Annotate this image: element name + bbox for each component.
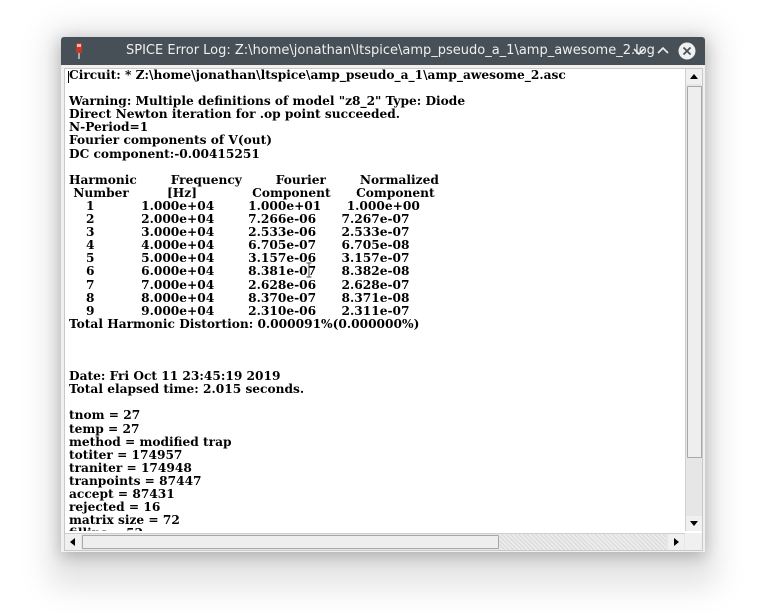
log-viewer: Circuit: * Z:\home\jonathan\ltspice\amp_… [64, 68, 703, 551]
window-title: SPICE Error Log: Z:\home\jonathan\ltspic… [126, 43, 655, 58]
window-menu-button[interactable] [630, 42, 648, 60]
spice-error-log-window: SPICE Error Log: Z:\home\jonathan\ltspic… [61, 37, 705, 552]
horizontal-scroll-track[interactable] [500, 534, 666, 550]
scroll-up-button[interactable] [686, 69, 702, 84]
triangle-down-icon [690, 521, 698, 526]
vertical-scrollbar[interactable] [685, 69, 702, 531]
vertical-scroll-thumb[interactable] [687, 86, 702, 458]
ltspice-app-icon [71, 42, 87, 60]
title-bar[interactable]: SPICE Error Log: Z:\home\jonathan\ltspic… [61, 37, 705, 65]
log-text: Circuit: * Z:\home\jonathan\ltspice\amp_… [69, 69, 566, 531]
close-icon [678, 42, 696, 60]
scroll-right-button[interactable] [668, 534, 684, 550]
scroll-down-button[interactable] [686, 516, 702, 531]
horizontal-scrollbar[interactable] [65, 533, 685, 550]
triangle-up-icon [690, 74, 698, 79]
close-button[interactable] [678, 42, 696, 60]
triangle-left-icon [70, 538, 75, 546]
ibeam-cursor-icon [306, 262, 312, 278]
text-caret [68, 71, 69, 83]
triangle-right-icon [674, 538, 679, 546]
chevron-down-icon [633, 48, 645, 56]
horizontal-scroll-thumb[interactable] [82, 535, 499, 549]
maximize-button[interactable] [654, 42, 672, 60]
scroll-left-button[interactable] [65, 534, 81, 550]
chevron-up-icon [657, 46, 669, 54]
log-text-area[interactable]: Circuit: * Z:\home\jonathan\ltspice\amp_… [65, 69, 683, 531]
scrollbar-corner [685, 533, 702, 550]
